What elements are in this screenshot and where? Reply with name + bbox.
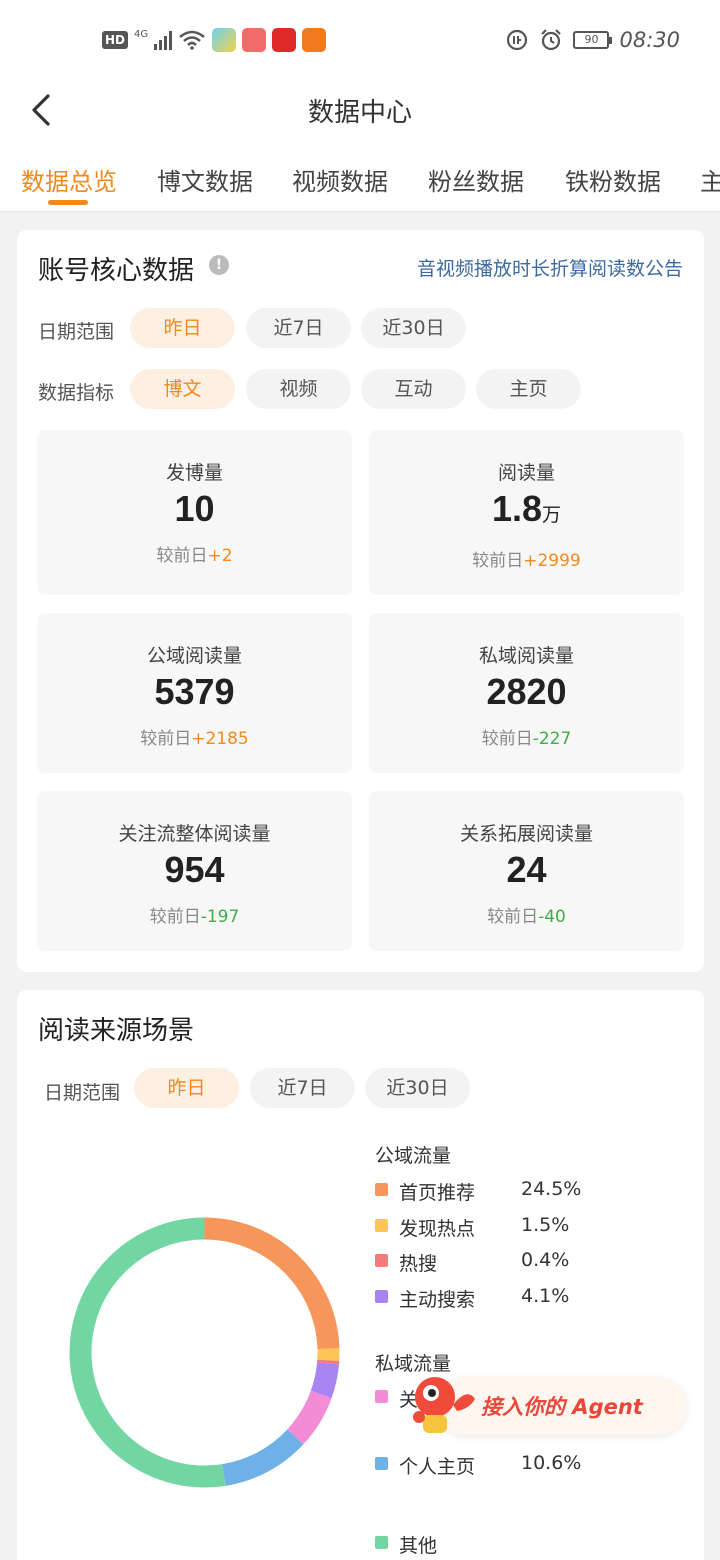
tab-fans-data[interactable]: 粉丝数据 [428, 162, 524, 197]
stat-compare: 较前日-197 [149, 907, 240, 927]
network-type: 4G [134, 28, 149, 40]
section-title: 阅读来源场景 [38, 1016, 195, 1046]
legend-swatch [375, 1183, 388, 1196]
legend-swatch [375, 1219, 388, 1232]
stat-compare: 较前日+2 [156, 546, 233, 566]
source-donut-chart[interactable] [67, 1215, 342, 1490]
app-notification-icon [212, 28, 237, 52]
stat-label: 关系拓展阅读量 [459, 823, 593, 845]
stat-card-public-reads[interactable]: 公域阅读量 5379 较前日+2185 [37, 613, 352, 773]
legend-swatch [375, 1254, 388, 1267]
stat-label: 阅读量 [497, 462, 555, 484]
stat-label: 私域阅读量 [478, 645, 574, 667]
date-option-yesterday[interactable]: 昨日 [134, 1068, 239, 1108]
wifi-icon [179, 30, 205, 50]
stat-compare: 较前日-40 [487, 907, 566, 927]
tab-more[interactable]: 主 [700, 162, 720, 197]
tab-iron-fans-data[interactable]: 铁粉数据 [565, 162, 661, 197]
status-time: 08:30 [619, 28, 680, 52]
donut-slice-7[interactable] [69, 1217, 226, 1488]
metric-option-interaction[interactable]: 互动 [361, 369, 466, 409]
tab-post-data[interactable]: 博文数据 [157, 162, 253, 197]
app-notification-icon [272, 28, 297, 52]
status-left: HD 4G [102, 28, 327, 52]
tab-indicator [48, 200, 88, 205]
date-range-label: 日期范围 [38, 321, 115, 343]
info-icon[interactable]: ! [209, 255, 229, 275]
donut-slice-6[interactable] [221, 1429, 304, 1486]
battery-icon: 90 [573, 31, 613, 49]
date-option-7days[interactable]: 近7日 [246, 308, 351, 348]
stat-compare: 较前日+2185 [140, 729, 249, 749]
stat-card-relation-reads[interactable]: 关系拓展阅读量 24 较前日-40 [369, 791, 684, 951]
metric-option-video[interactable]: 视频 [246, 369, 351, 409]
stat-compare: 较前日+2999 [472, 551, 581, 571]
legend-swatch [375, 1457, 388, 1470]
donut-slice-1[interactable] [204, 1217, 340, 1350]
stat-value: 954 [164, 849, 225, 890]
tab-overview[interactable]: 数据总览 [21, 162, 117, 197]
date-range-label: 日期范围 [44, 1082, 121, 1104]
alarm-icon [541, 29, 562, 51]
app-notification-icon [302, 28, 327, 52]
core-data-card: 账号核心数据 ! 音视频播放时长折算阅读数公告 日期范围 昨日 近7日 近30日… [17, 230, 704, 972]
signal-icon [154, 30, 173, 50]
stat-value: 24 [506, 849, 547, 890]
metric-option-homepage[interactable]: 主页 [476, 369, 581, 409]
status-bar: HD 4G 90 08:30 [0, 0, 720, 80]
notice-link[interactable]: 音视频播放时长折算阅读数公告 [417, 254, 683, 281]
page-title: 数据中心 [307, 98, 412, 128]
date-option-30days[interactable]: 近30日 [365, 1068, 470, 1108]
stat-card-reads[interactable]: 阅读量 1.8万 较前日+2999 [369, 430, 684, 595]
status-right: 90 08:30 [505, 28, 680, 52]
stat-value: 10 [174, 488, 215, 529]
stat-card-follow-feed-reads[interactable]: 关注流整体阅读量 954 较前日-197 [37, 791, 352, 951]
read-source-card: 阅读来源场景 日期范围 昨日 近7日 近30日 公域流量 首页推荐 24.5% … [17, 990, 704, 1560]
stat-label: 公域阅读量 [146, 645, 242, 667]
donut-slice-5[interactable] [287, 1390, 332, 1445]
hd-indicator: HD [102, 31, 129, 49]
date-option-7days[interactable]: 近7日 [250, 1068, 355, 1108]
stat-compare: 较前日-227 [481, 729, 572, 749]
metric-label: 数据指标 [38, 382, 115, 404]
data-saver-icon [507, 29, 528, 51]
date-option-yesterday[interactable]: 昨日 [130, 308, 235, 348]
crab-mascot-icon [413, 1377, 475, 1433]
legend-group-public: 公域流量 [375, 1145, 452, 1167]
donut-slice-4[interactable] [310, 1362, 339, 1399]
agent-floating-button[interactable]: 接入你的 Agent [405, 1365, 688, 1439]
section-title: 账号核心数据 [38, 256, 195, 286]
stat-card-posts[interactable]: 发博量 10 较前日+2 [37, 430, 352, 595]
stat-label: 关注流整体阅读量 [118, 823, 271, 845]
metric-option-post[interactable]: 博文 [130, 369, 235, 409]
app-notification-icon [242, 28, 267, 52]
stat-value: 5379 [154, 671, 235, 712]
stat-value: 1.8万 [491, 488, 562, 529]
stat-value: 2820 [486, 671, 567, 712]
legend-swatch [375, 1390, 388, 1403]
legend-swatch [375, 1536, 388, 1549]
tab-bar: 数据总览 博文数据 视频数据 粉丝数据 铁粉数据 主 [0, 140, 720, 212]
agent-label: 接入你的 Agent [481, 1395, 643, 1419]
stat-label: 发博量 [165, 462, 223, 484]
date-option-30days[interactable]: 近30日 [361, 308, 466, 348]
tab-video-data[interactable]: 视频数据 [292, 162, 388, 197]
top-bar: 数据中心 [0, 80, 720, 140]
legend-swatch [375, 1290, 388, 1303]
stat-card-private-reads[interactable]: 私域阅读量 2820 较前日-227 [369, 613, 684, 773]
